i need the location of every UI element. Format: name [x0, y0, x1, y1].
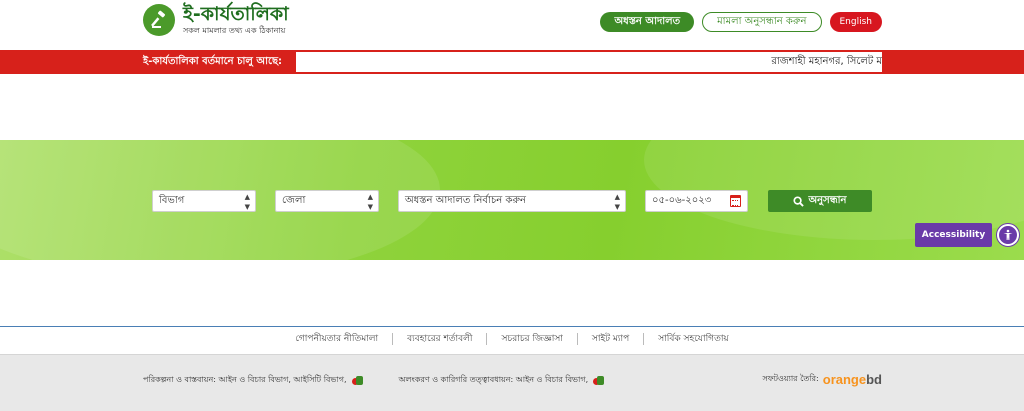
select-arrows-icon: ▲ ▼	[614, 193, 620, 211]
footer-link-terms[interactable]: ব্যবহারের শর্তাবলী	[393, 333, 488, 345]
ticker-label: ই-কার্যতালিকা বর্তমানে চালু আছে:	[143, 56, 283, 67]
footer-link-privacy[interactable]: গোপনীয়তার নীতিমালা	[281, 333, 394, 345]
division-select[interactable]: বিভাগ ▲ ▼	[152, 190, 256, 212]
ministry-logo-icon	[351, 375, 363, 387]
calendar-icon[interactable]	[730, 195, 741, 207]
orangebd-logo[interactable]: orangebd	[823, 372, 882, 387]
gavel-icon	[143, 4, 175, 36]
select-arrows-icon: ▲ ▼	[367, 193, 373, 211]
logo-subtitle: সকল মামলার তথ্য এক ঠিকানায়	[183, 26, 286, 35]
select-arrows-icon: ▲ ▼	[244, 193, 250, 211]
search-panel: বিভাগ ▲ ▼ জেলা ▲ ▼ অধস্তন আদালত নির্বাচন ক…	[0, 140, 1024, 260]
site-header: ই-কার্যতালিকা সকল মামলার তথ্য এক ঠিকানায…	[0, 0, 1024, 50]
active-courts-ticker: ই-কার্যতালিকা বর্তমানে চালু আছে: রাজশাহী…	[0, 50, 1024, 74]
search-icon	[793, 195, 805, 207]
date-input[interactable]: ০৫-০৬-২০২৩	[645, 190, 748, 212]
ticker-text: রাজশাহী মহানগর, সিলেট ম	[771, 56, 882, 67]
lower-court-select[interactable]: অধস্তন আদালত নির্বাচন করুন ▲ ▼	[398, 190, 626, 212]
search-button[interactable]: অনুসন্ধান	[768, 190, 872, 212]
language-toggle-button[interactable]: English	[829, 12, 882, 32]
header-nav: অধস্তন আদালত মামলা অনুসন্ধান করুন Englis…	[600, 12, 882, 32]
footer-credits: পরিকল্পনা ও বাস্তবায়ন: আইন ও বিচার বিভা…	[0, 354, 1024, 411]
footer-link-faq[interactable]: সচরাচর জিজ্ঞাসা	[487, 333, 578, 345]
footer-link-sitemap[interactable]: সাইট ম্যাপ	[578, 333, 645, 345]
logo-title: ই-কার্যতালিকা	[183, 3, 289, 25]
footer-links-bar: গোপনীয়তার নীতিমালা ব্যবহারের শর্তাবলী স…	[0, 326, 1024, 354]
case-search-button[interactable]: মামলা অনুসন্ধান করুন	[702, 12, 822, 32]
developer-label: সফটওয়্যার তৈরি:	[762, 374, 819, 383]
ministry-logo-icon	[592, 375, 605, 387]
accessibility-icon[interactable]	[997, 224, 1019, 246]
supervision-credit: অলংকরণ ও কারিগরি তত্ত্বাবধায়ন: আইন ও বি…	[398, 375, 589, 384]
footer-link-cooperation[interactable]: সার্বিক সহযোগিতায়	[644, 333, 743, 345]
ticker-marquee: রাজশাহী মহানগর, সিলেট ম	[296, 52, 882, 72]
lower-court-button[interactable]: অধস্তন আদালত	[600, 12, 695, 32]
district-select[interactable]: জেলা ▲ ▼	[275, 190, 379, 212]
site-logo[interactable]: ই-কার্যতালিকা সকল মামলার তথ্য এক ঠিকানায…	[143, 4, 289, 36]
accessibility-button[interactable]: Accessibility	[915, 223, 992, 247]
planning-credit: পরিকল্পনা ও বাস্তবায়ন: আইন ও বিচার বিভা…	[143, 375, 347, 384]
